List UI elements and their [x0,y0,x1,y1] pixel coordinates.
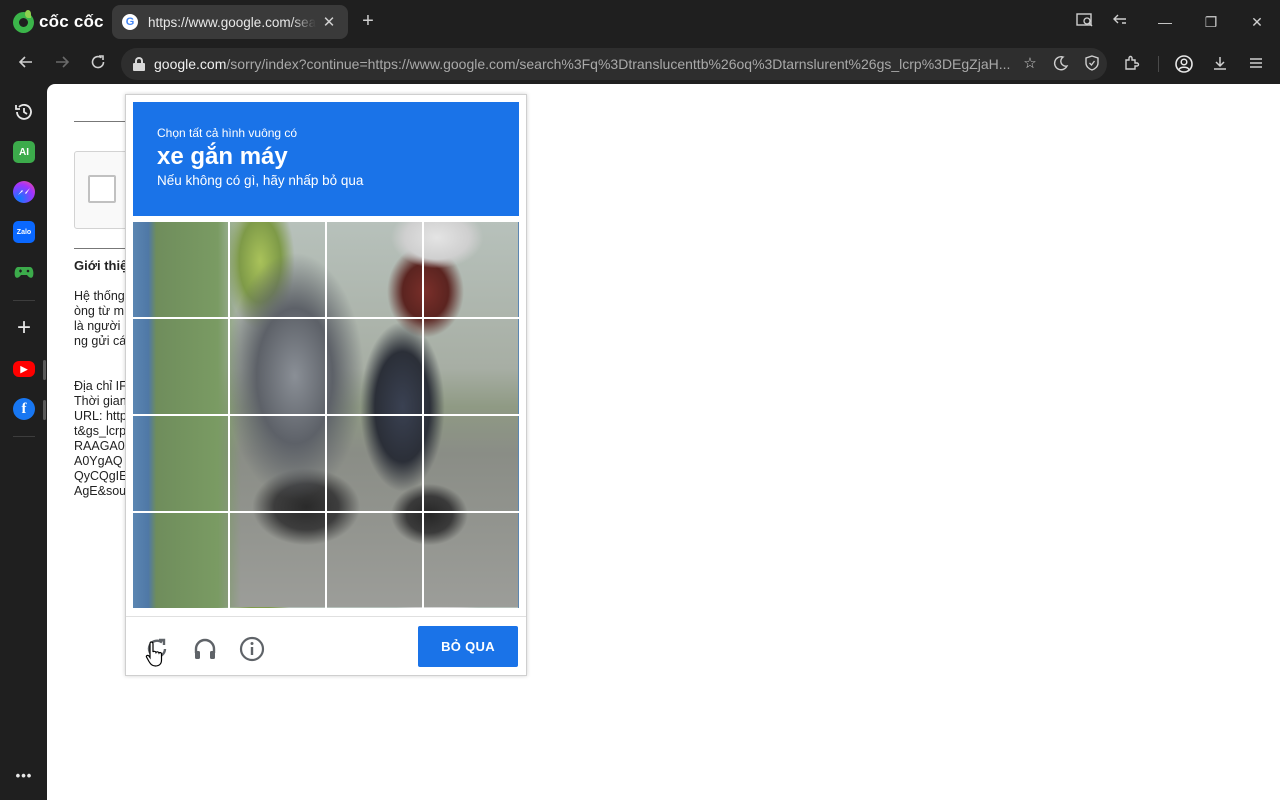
challenge-footer: BỎ QUA [126,616,526,676]
challenge-prompt: Chọn tất cả hình vuông có [157,126,298,140]
challenge-instruction: Nếu không có gì, hãy nhấp bỏ qua [157,173,364,188]
coccoc-logo-icon [13,9,34,33]
image-tile[interactable] [327,513,422,608]
sidebar-item-facebook[interactable]: f [13,398,35,420]
dark-mode-moon-icon[interactable] [1052,55,1070,73]
url-path: /sorry/index?continue=https://www.google… [226,56,1011,72]
browser-window: cốc cốc G https://www.google.com/search?… [0,0,1280,800]
back-button[interactable] [15,53,37,75]
tab-close-icon[interactable]: ✕ [320,13,338,31]
sidebar-active-marker [43,360,46,380]
image-tile[interactable] [230,513,325,608]
menu-hamburger-icon[interactable] [1246,54,1266,74]
lock-icon[interactable] [133,57,145,71]
google-favicon-icon: G [122,14,138,30]
sidebar-active-marker [43,400,46,420]
image-tile[interactable] [230,222,325,317]
sidebar-item-history[interactable] [13,101,35,123]
reload-icon [91,55,105,69]
coccoc-logo[interactable]: cốc cốc [13,9,104,34]
image-tile[interactable] [327,319,422,414]
recaptcha-checkbox[interactable] [88,175,116,203]
image-tile[interactable] [133,513,228,608]
messenger-icon [18,188,30,195]
page-paragraph-line: ng gửi cá [74,334,127,348]
challenge-header: Chọn tất cả hình vuông có xe gắn máy Nếu… [133,102,519,216]
tab-search-icon[interactable] [1110,12,1130,33]
sidebar-item-messenger[interactable] [13,181,35,203]
title-bar: cốc cốc G https://www.google.com/search?… [0,0,1280,44]
arrow-right-icon [56,56,70,68]
page-paragraph-line: là người [74,319,121,333]
image-tile[interactable] [424,513,519,608]
restore-button[interactable]: ❐ [1201,12,1221,32]
sidebar-item-ai[interactable]: AI [13,141,35,163]
page-info-line: A0YgAQ [74,454,123,468]
profile-avatar-icon[interactable] [1174,54,1194,74]
toolbar-separator [1158,56,1159,72]
hand-cursor-icon [145,641,163,667]
address-bar[interactable]: google.com/sorry/index?continue=https://… [121,48,1107,80]
sidebar-item-zalo[interactable]: Zalo [13,221,35,243]
page-viewport: Giới thiệ Hệ thống òng từ m là người ng … [47,84,1280,800]
new-tab-button[interactable]: + [358,11,378,31]
sidebar-divider [13,300,35,301]
tab-title: https://www.google.com/search?q=transluc… [148,14,316,30]
image-tile[interactable] [230,319,325,414]
image-tile[interactable] [424,222,519,317]
image-tile[interactable] [424,416,519,511]
bookmark-star-icon[interactable]: ☆ [1021,55,1039,73]
gamepad-icon [14,267,34,278]
page-info-line: URL: http [74,409,127,423]
sidebar-item-youtube[interactable]: ▶ [13,361,35,377]
page-info-line: AgE&sou [74,484,127,498]
challenge-target-object: xe gắn máy [157,143,288,170]
close-window-button[interactable]: ✕ [1247,12,1267,32]
download-icon[interactable] [1210,54,1230,74]
page-info-line: Địa chỉ IF [74,379,127,393]
image-tile[interactable] [327,222,422,317]
forward-button[interactable] [51,53,73,75]
image-tile[interactable] [133,319,228,414]
minimize-button[interactable]: — [1155,12,1175,32]
image-tile[interactable] [230,416,325,511]
audio-challenge-headphones-icon[interactable] [191,635,219,663]
sidebar-more-icon[interactable]: ••• [13,764,35,786]
tab-google-search[interactable]: G https://www.google.com/search?q=transl… [112,5,348,39]
page-info-line: Thời gian [74,394,127,408]
brand-name: cốc cốc [39,12,104,31]
page-about-heading: Giới thiệ [74,258,128,273]
image-tile[interactable] [424,319,519,414]
sidebar-add-button[interactable]: + [13,314,35,341]
url-text[interactable]: google.com/sorry/index?continue=https://… [154,56,1014,72]
help-info-icon[interactable] [238,635,266,663]
url-host: google.com [154,56,227,72]
arrow-left-icon [18,56,32,68]
page-paragraph-line: Hệ thống [74,289,125,303]
page-info-line: t&gs_lcrp [74,424,127,438]
history-clock-icon [15,104,32,120]
reload-button[interactable] [87,53,109,75]
sidebar-item-games[interactable] [13,261,35,283]
adblock-shield-icon[interactable] [1083,55,1101,73]
sidebar-divider [13,436,35,437]
page-paragraph-line: òng từ m [74,304,125,318]
image-tile-grid [133,222,519,608]
extensions-puzzle-icon[interactable] [1122,54,1142,74]
left-sidebar: AI Zalo + ▶ f ••• [0,84,47,800]
image-tile[interactable] [327,416,422,511]
skip-button[interactable]: BỎ QUA [418,626,518,667]
image-tile[interactable] [133,222,228,317]
image-tile[interactable] [133,416,228,511]
toolbar: google.com/sorry/index?continue=https://… [0,44,1280,84]
page-info-line: RAAGA0 [74,439,125,453]
recaptcha-challenge: Chọn tất cả hình vuông có xe gắn máy Nếu… [125,94,527,676]
page-info-line: QyCQgIE [74,469,128,483]
screen-capture-icon[interactable] [1075,12,1095,33]
